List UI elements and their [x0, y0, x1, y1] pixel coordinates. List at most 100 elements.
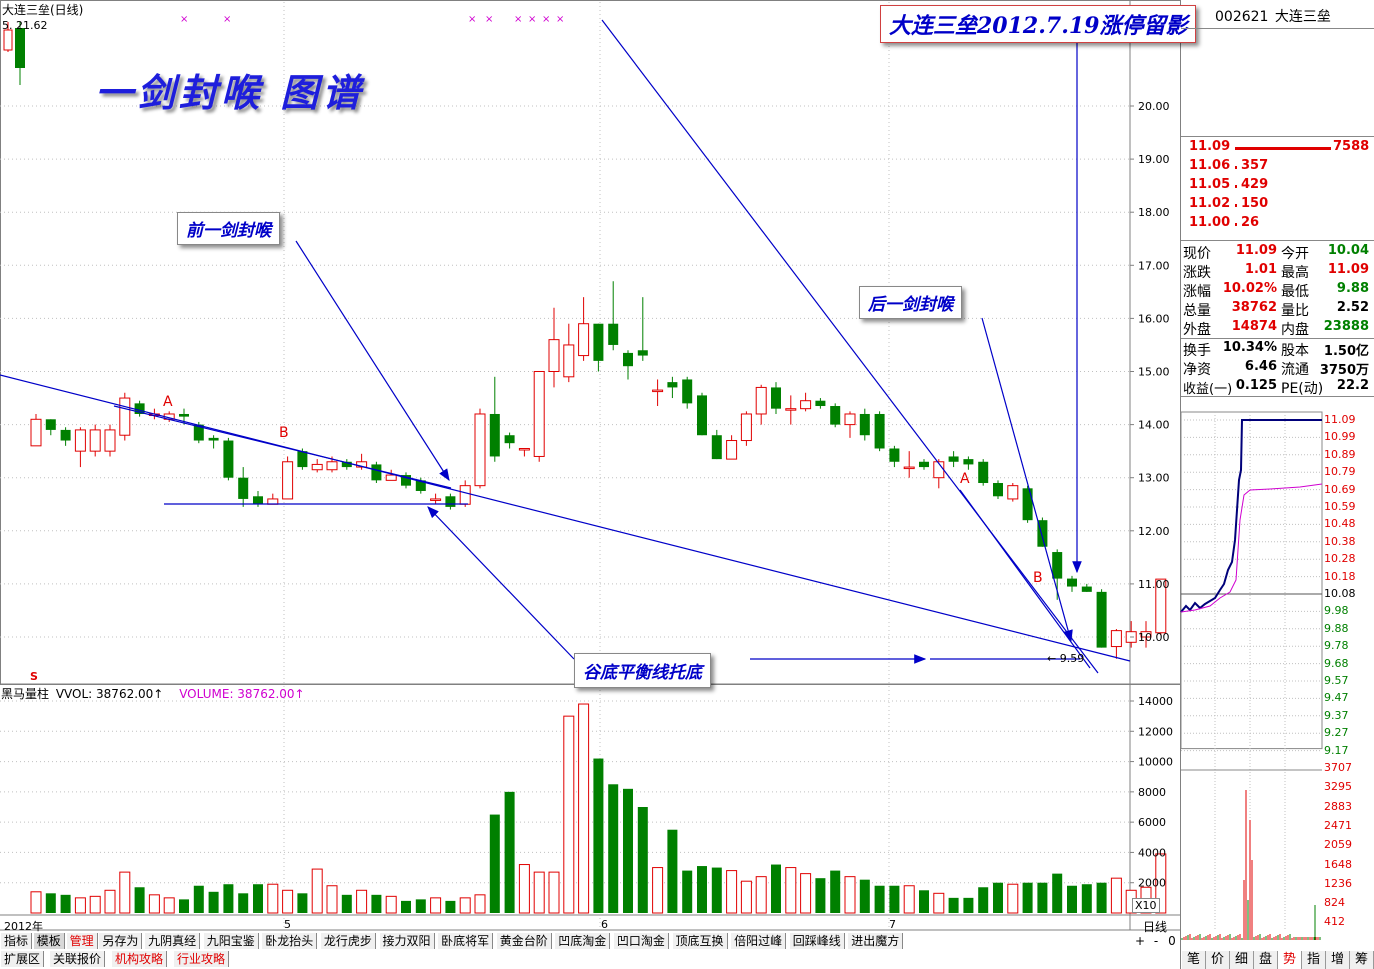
volume-tick-label: 8000	[1138, 786, 1166, 799]
quote-value: 2.52	[1336, 300, 1369, 315]
indicator-tab[interactable]: 九阴真经	[145, 933, 201, 949]
volume-bar	[740, 880, 752, 914]
right-panel-tab[interactable]: 增	[1326, 951, 1350, 969]
candle-body	[859, 413, 870, 436]
indicator-tab[interactable]: 另存为	[99, 933, 143, 949]
volume-bar	[311, 868, 323, 914]
volume-bar	[1067, 885, 1077, 913]
right-panel-tab[interactable]: 细	[1230, 951, 1254, 969]
price-tick-label: 19.00	[1138, 153, 1170, 166]
volume-bar	[993, 882, 1003, 913]
marker-b1: B	[279, 425, 289, 441]
stock-code-header: 002621 大连三垒	[1215, 6, 1331, 26]
candle-body	[311, 463, 323, 471]
intraday-price-label: 9.88	[1324, 621, 1349, 635]
volume-bar	[1110, 877, 1122, 914]
volume-bar	[119, 871, 131, 914]
zoom-control[interactable]: +	[1133, 934, 1147, 948]
bid-volume-bar	[1235, 204, 1237, 207]
signal-marker: ×	[180, 14, 188, 25]
volume-tick-label: 12000	[1138, 725, 1173, 738]
candle-body	[578, 323, 590, 357]
signal-marker: ×	[223, 14, 231, 25]
extension-tab[interactable]: 扩展区	[1, 951, 45, 967]
indicator-tab[interactable]: 指标	[1, 933, 33, 949]
arrow-bottom-left	[427, 506, 575, 660]
period-label: 日线	[1143, 920, 1168, 934]
volume-bar	[903, 885, 915, 914]
indicator-tab[interactable]: 顶底互换	[672, 933, 728, 949]
quote-key: 涨跌	[1183, 265, 1211, 281]
volume-bar	[652, 867, 664, 914]
indicator-tab[interactable]: 凹底淘金	[555, 933, 611, 949]
indicator-tab[interactable]: 黄金台阶	[496, 933, 552, 949]
volume-layer	[30, 703, 1167, 914]
right-panel-tab[interactable]: 价	[1206, 951, 1230, 969]
volume-bar	[134, 887, 145, 913]
zoom-control[interactable]: -	[1149, 934, 1163, 948]
intraday-price-label: 10.79	[1324, 465, 1356, 479]
volume-bar	[401, 900, 411, 913]
quote-value: 11.09	[1327, 262, 1369, 277]
candle-body	[223, 440, 234, 478]
volume-bar	[193, 885, 204, 913]
volume-bar	[667, 829, 678, 913]
indicator-tab[interactable]: 卧底将军	[438, 933, 494, 949]
indicator-tab[interactable]: 模板	[33, 933, 65, 949]
volume-tick-label: 4000	[1138, 846, 1166, 859]
volume-bar	[504, 791, 515, 913]
chart-title-text: 大连三垒(日线)	[2, 3, 84, 17]
candle-body	[548, 339, 560, 373]
volume-bar	[800, 873, 812, 914]
callout-bottom: 谷底平衡线托底	[574, 653, 711, 688]
indicator-tab[interactable]: 倍阳过峰	[731, 933, 787, 949]
indicator-tab[interactable]: 九阳宝鉴	[203, 933, 259, 949]
x10-button[interactable]: X10	[1132, 898, 1160, 913]
volume-bar	[859, 879, 870, 913]
bid-volume-bar	[1235, 147, 1331, 150]
kline-chart[interactable]: × × × × × × × × 10.0011.0012.0013.0014.0015.001…	[0, 0, 1374, 969]
intraday-volume-label: 412	[1324, 915, 1345, 929]
indicator-tab[interactable]: 龙行虎步	[320, 933, 376, 949]
right-panel-tab[interactable]: 势	[1278, 951, 1302, 969]
volume-tick-label: 10000	[1138, 756, 1173, 769]
bid-volume: 429	[1241, 177, 1269, 192]
indicator-tab[interactable]: 回踩峰线	[789, 933, 845, 949]
right-panel-tab[interactable]: 筹	[1350, 951, 1374, 969]
right-panel-tab[interactable]: 盘	[1254, 951, 1278, 969]
zoom-control[interactable]: 0	[1165, 934, 1179, 948]
volume-bar	[415, 899, 426, 913]
indicator-tab[interactable]: 进出魔方	[848, 933, 904, 949]
indicator-tab[interactable]: 接力双阳	[379, 933, 435, 949]
candle-body	[60, 429, 71, 441]
callout-front-text: 前一剑封喉	[186, 221, 271, 241]
intraday-price-label: 9.37	[1324, 708, 1349, 722]
volume-bar	[933, 892, 945, 914]
volume-bar	[874, 885, 885, 913]
volume-bar	[430, 897, 442, 914]
intraday-price-label: 9.17	[1324, 743, 1349, 757]
candle-body	[637, 350, 648, 356]
indicator-tab[interactable]: 凹口淘金	[613, 933, 669, 949]
quote-key: 量比	[1281, 303, 1309, 319]
volume-bar	[341, 894, 352, 913]
candle-body	[119, 397, 131, 436]
extension-tab[interactable]: 关联报价	[50, 951, 106, 967]
indicator-tab[interactable]: 卧龙抬头	[262, 933, 318, 949]
right-panel-tab[interactable]: 指	[1302, 951, 1326, 969]
volume-tick-label: 2000	[1138, 877, 1166, 890]
extension-tab[interactable]: 行业攻略	[174, 951, 230, 967]
bid-row: 11.09 7588	[1185, 139, 1371, 158]
indicator-tab[interactable]: 管理	[66, 933, 98, 949]
extension-tab[interactable]: 机构攻略	[112, 951, 168, 967]
right-panel-tab[interactable]: 笔	[1182, 951, 1206, 969]
quote-value: 10.34%	[1222, 340, 1277, 355]
candle-body	[3, 29, 13, 51]
quote-sep-bottom	[1181, 396, 1374, 397]
candle-body	[711, 435, 722, 460]
y-tick-layer: 10.00 11.00 12.00 13.00 14.00 15.00 16.00 17.00…	[1130, 100, 1173, 890]
volume-bar	[45, 893, 56, 913]
intraday-price-label: 10.89	[1324, 447, 1356, 461]
candle-body	[179, 413, 189, 417]
quote-key: 流通	[1281, 362, 1309, 378]
